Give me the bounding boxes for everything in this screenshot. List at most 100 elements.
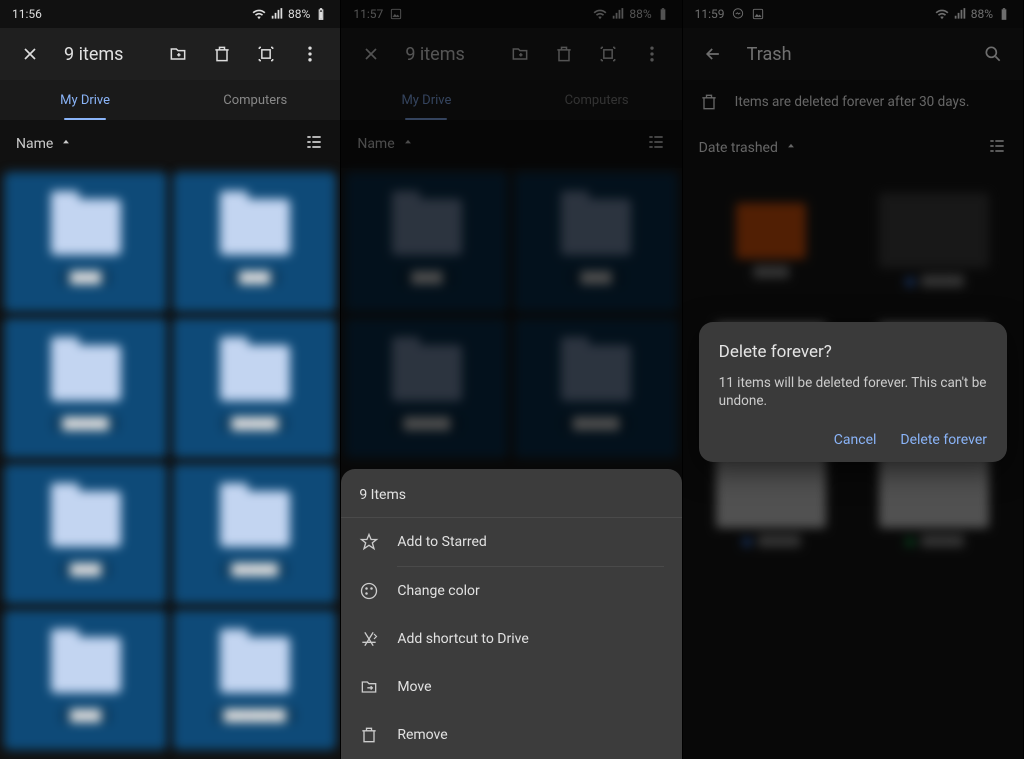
battery-percent: 88% [288, 7, 310, 21]
back-button[interactable] [695, 36, 731, 72]
trash-item[interactable]: █████ [695, 180, 848, 300]
folder-item[interactable]: ████ [4, 464, 167, 604]
folder-item[interactable]: ████ [4, 610, 167, 750]
sheet-item-label: Move [397, 679, 431, 695]
sort-arrow-up-icon [59, 137, 73, 151]
signal-icon [270, 7, 284, 21]
sort-button[interactable]: Name [16, 136, 73, 152]
folder-item[interactable]: ██████ [345, 318, 508, 458]
move-to-folder-button[interactable] [502, 36, 538, 72]
folder-item[interactable]: ████ [4, 172, 167, 312]
wifi-icon [593, 7, 607, 21]
selection-count: 9 items [56, 44, 152, 65]
view-toggle-button[interactable] [646, 132, 666, 156]
folder-item[interactable]: ██████ [514, 318, 677, 458]
image-notif-icon [751, 7, 765, 21]
sheet-item-label: Remove [397, 727, 447, 743]
status-bar: 11:59 88% [683, 0, 1023, 28]
clock: 11:57 [353, 7, 383, 21]
close-selection-button[interactable] [353, 36, 389, 72]
sort-arrow-up-icon [784, 141, 798, 155]
trash-info-text: Items are deleted forever after 30 days. [735, 94, 970, 110]
sheet-change-color[interactable]: Change color [341, 567, 681, 615]
sheet-add-shortcut[interactable]: Add shortcut to Drive [341, 615, 681, 663]
move-to-folder-button[interactable] [160, 36, 196, 72]
sort-bar: Name [341, 120, 681, 168]
battery-icon [314, 7, 328, 21]
image-notif-icon [389, 7, 403, 21]
sort-bar: Name [0, 120, 340, 168]
sheet-remove[interactable]: Remove [341, 711, 681, 759]
messenger-notif-icon [731, 7, 745, 21]
sheet-item-label: Add shortcut to Drive [397, 631, 528, 647]
sort-label: Date trashed [699, 140, 778, 156]
sort-label: Name [16, 136, 53, 152]
action-sheet: 9 Items Add to Starred Change color Add … [341, 469, 681, 759]
sort-label: Name [357, 136, 394, 152]
sort-button[interactable]: Date trashed [699, 140, 798, 156]
view-toggle-button[interactable] [304, 132, 324, 156]
sheet-title: 9 Items [341, 473, 681, 518]
selection-toolbar: 9 items [0, 28, 340, 80]
select-all-button[interactable] [590, 36, 626, 72]
folder-item[interactable]: ████████ [173, 610, 336, 750]
folder-item[interactable]: ██████ [4, 318, 167, 458]
folder-item[interactable]: ████ [345, 172, 508, 312]
search-button[interactable] [975, 36, 1011, 72]
trash-icon [699, 92, 719, 112]
star-icon [359, 532, 379, 552]
clock: 11:59 [695, 7, 725, 21]
battery-icon [997, 7, 1011, 21]
sheet-item-label: Change color [397, 583, 479, 599]
sheet-move[interactable]: Move [341, 663, 681, 711]
battery-percent: 88% [971, 7, 993, 21]
sort-button[interactable]: Name [357, 136, 414, 152]
trash-info-banner: Items are deleted forever after 30 days. [683, 80, 1023, 124]
folder-item[interactable]: ████ [173, 172, 336, 312]
status-bar: 11:56 88% [0, 0, 340, 28]
sort-arrow-up-icon [401, 137, 415, 151]
wifi-icon [935, 7, 949, 21]
tabs: My Drive Computers [341, 80, 681, 120]
folder-item[interactable]: ██████ [173, 318, 336, 458]
trash-toolbar: Trash [683, 28, 1023, 80]
signal-icon [953, 7, 967, 21]
wifi-icon [252, 7, 266, 21]
pane-trash-dialog: 11:59 88% Trash Items are deleted foreve… [683, 0, 1024, 759]
overflow-menu-button[interactable] [634, 36, 670, 72]
pane-my-drive-selection: 11:56 88% 9 items My Drive Computers Nam… [0, 0, 341, 759]
cancel-button[interactable]: Cancel [834, 432, 877, 448]
view-toggle-button[interactable] [987, 136, 1007, 160]
delete-button[interactable] [546, 36, 582, 72]
dialog-title: Delete forever? [719, 342, 987, 362]
delete-button[interactable] [204, 36, 240, 72]
delete-forever-button[interactable]: Delete forever [900, 432, 987, 448]
tab-computers[interactable]: Computers [512, 80, 682, 120]
trash-item[interactable]: ██████ [858, 180, 1011, 300]
battery-icon [656, 7, 670, 21]
signal-icon [611, 7, 625, 21]
tab-my-drive[interactable]: My Drive [0, 80, 170, 120]
overflow-menu-button[interactable] [292, 36, 328, 72]
folder-item[interactable]: ████ [514, 172, 677, 312]
palette-icon [359, 581, 379, 601]
selection-toolbar: 9 items [341, 28, 681, 80]
trash-icon [359, 725, 379, 745]
status-bar: 11:57 88% [341, 0, 681, 28]
tabs: My Drive Computers [0, 80, 340, 120]
battery-percent: 88% [629, 7, 651, 21]
clock: 11:56 [12, 7, 42, 21]
sheet-add-to-starred[interactable]: Add to Starred [341, 518, 681, 566]
folder-grid: ████ ████ ██████ ██████ ████ ██████ ████… [0, 168, 340, 754]
selection-count: 9 items [397, 44, 493, 65]
folder-move-icon [359, 677, 379, 697]
select-all-button[interactable] [248, 36, 284, 72]
tab-my-drive[interactable]: My Drive [341, 80, 511, 120]
sheet-item-label: Add to Starred [397, 534, 486, 550]
delete-forever-dialog: Delete forever? 11 items will be deleted… [699, 322, 1007, 462]
folder-item[interactable]: ██████ [173, 464, 336, 604]
folder-grid: ████ ████ ██████ ██████ [341, 168, 681, 462]
tab-computers[interactable]: Computers [170, 80, 340, 120]
pane-action-sheet: 11:57 88% 9 items My Drive Computers Nam… [341, 0, 682, 759]
close-selection-button[interactable] [12, 36, 48, 72]
